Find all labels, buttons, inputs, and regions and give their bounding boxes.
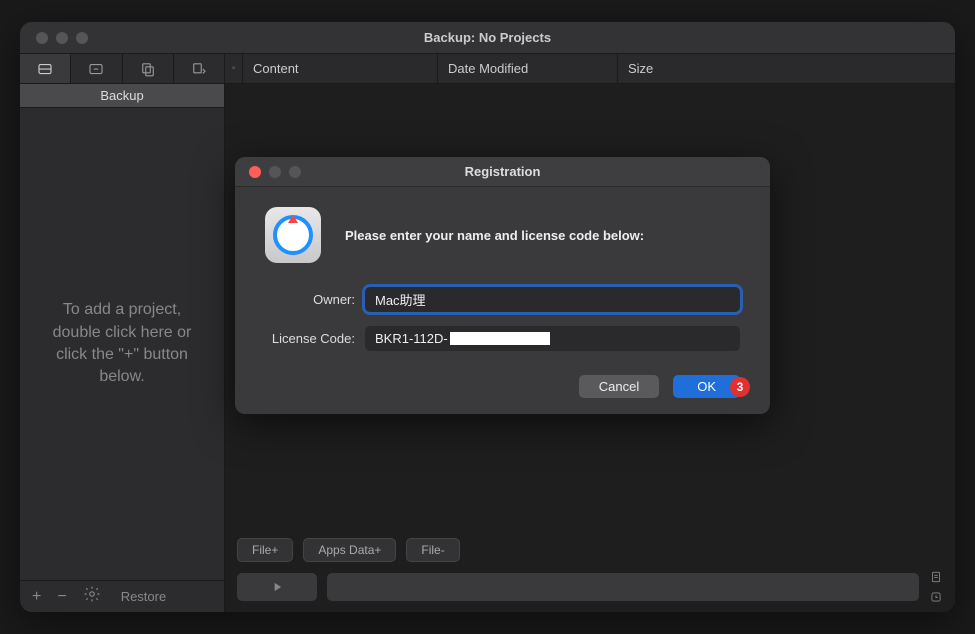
document-icon[interactable] [929, 570, 943, 584]
sidebar-project-area[interactable]: To add a project, double click here or c… [20, 108, 224, 580]
column-content[interactable]: Content [243, 54, 438, 83]
cancel-button[interactable]: Cancel [579, 375, 659, 398]
minimize-button[interactable] [56, 32, 68, 44]
layout-icon [36, 60, 54, 78]
owner-input[interactable] [365, 287, 740, 312]
run-button[interactable] [237, 573, 317, 601]
ok-button[interactable]: OK 3 [673, 375, 740, 398]
main-window: Backup: No Projects Backup To ad [20, 22, 955, 612]
copy-icon [139, 60, 157, 78]
content-bottom-bar: File+ Apps Data+ File- [225, 530, 955, 612]
column-date-modified[interactable]: Date Modified [438, 54, 618, 83]
settings-button[interactable] [83, 585, 101, 608]
modal-prompt: Please enter your name and license code … [345, 228, 644, 243]
traffic-lights [20, 32, 88, 44]
sidebar-toolbar [20, 54, 224, 84]
modal-minimize-button [269, 166, 281, 178]
sidebar-placeholder: To add a project, double click here or c… [40, 299, 204, 389]
license-input[interactable]: BKR1-112D- [365, 326, 740, 351]
clock-icon[interactable] [929, 590, 943, 604]
title-bar: Backup: No Projects [20, 22, 955, 54]
progress-bar [327, 573, 919, 601]
window-title: Backup: No Projects [20, 30, 955, 45]
view-mode-1[interactable] [20, 54, 71, 83]
app-icon [265, 207, 321, 263]
close-button[interactable] [36, 32, 48, 44]
modal-titlebar: Registration [235, 157, 770, 187]
content-header: ◦ Content Date Modified Size [225, 54, 955, 84]
column-size[interactable]: Size [618, 54, 955, 83]
file-minus-button[interactable]: File- [406, 538, 459, 562]
license-prefix: BKR1-112D- [375, 331, 448, 346]
status-column[interactable]: ◦ [225, 54, 243, 83]
license-label: License Code: [265, 331, 355, 346]
modal-close-button[interactable] [249, 166, 261, 178]
ok-label: OK [697, 379, 716, 394]
view-mode-3[interactable] [123, 54, 174, 83]
gear-icon [83, 585, 101, 603]
file-plus-button[interactable]: File+ [237, 538, 293, 562]
registration-dialog: Registration Please enter your name and … [235, 157, 770, 414]
remove-project-button[interactable]: − [57, 588, 66, 606]
modal-title: Registration [235, 164, 770, 179]
sync-icon [190, 60, 208, 78]
apps-data-plus-button[interactable]: Apps Data+ [303, 538, 396, 562]
sidebar-label: Backup [20, 84, 224, 108]
license-redacted [450, 332, 550, 345]
sidebar-footer: + − Restore [20, 580, 224, 612]
archive-icon [87, 60, 105, 78]
maximize-button[interactable] [76, 32, 88, 44]
play-icon [270, 580, 284, 594]
step-badge: 3 [730, 377, 750, 397]
restore-button[interactable]: Restore [121, 589, 167, 604]
owner-label: Owner: [265, 292, 355, 307]
view-mode-2[interactable] [71, 54, 122, 83]
add-project-button[interactable]: + [32, 588, 41, 606]
sidebar: Backup To add a project, double click he… [20, 54, 225, 612]
modal-maximize-button [289, 166, 301, 178]
view-mode-4[interactable] [174, 54, 224, 83]
